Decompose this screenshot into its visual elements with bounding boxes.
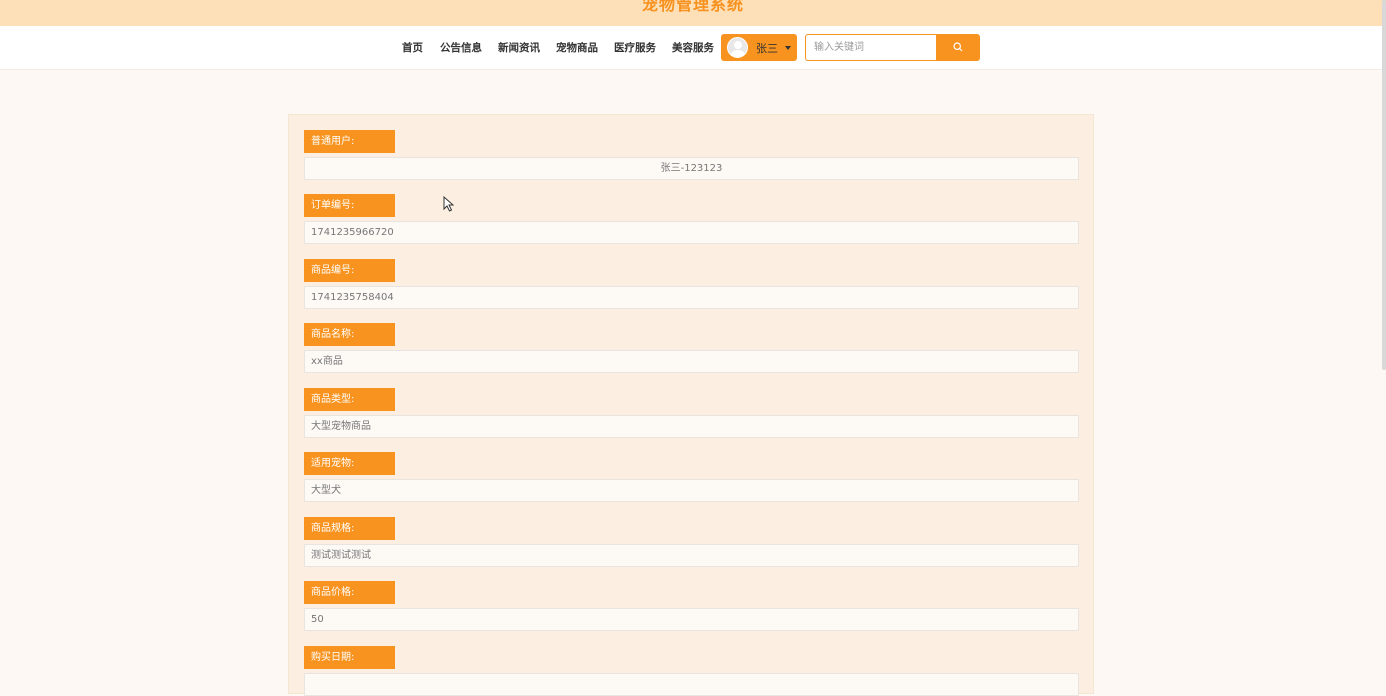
label-product-spec: 商品规格:: [304, 517, 395, 540]
field-product-number[interactable]: 1741235758404: [304, 286, 1079, 309]
avatar: [727, 37, 748, 58]
nav-item-home[interactable]: 首页: [402, 40, 423, 55]
user-name: 张三: [756, 42, 778, 55]
order-detail-form: 普通用户: 张三-123123 订单编号: 1741235966720 商品编号…: [288, 114, 1094, 696]
field-regular-user[interactable]: 张三-123123: [304, 157, 1079, 180]
field-product-name[interactable]: xx商品: [304, 350, 1079, 373]
navbar: 首页 公告信息 新闻资讯 宠物商品 医疗服务 美容服务 张三: [0, 26, 1386, 70]
label-order-number: 订单编号:: [304, 194, 395, 217]
search-input[interactable]: [805, 34, 937, 61]
field-product-price[interactable]: 50: [304, 608, 1079, 631]
field-purchase-date[interactable]: [304, 673, 1079, 696]
field-order-number[interactable]: 1741235966720: [304, 221, 1079, 244]
chevron-down-icon: [785, 46, 791, 50]
search-button[interactable]: [936, 34, 980, 61]
field-applicable-pet[interactable]: 大型犬: [304, 479, 1079, 502]
field-product-spec[interactable]: 测试测试测试: [304, 544, 1079, 567]
label-product-type: 商品类型:: [304, 388, 395, 411]
label-product-number: 商品编号:: [304, 259, 395, 282]
label-purchase-date: 购买日期:: [304, 646, 395, 669]
nav-item-news[interactable]: 新闻资讯: [498, 40, 540, 55]
search-icon: [953, 42, 963, 52]
label-product-price: 商品价格:: [304, 581, 395, 604]
nav-item-pet-products[interactable]: 宠物商品: [556, 40, 598, 55]
label-product-name: 商品名称:: [304, 323, 395, 346]
nav-item-announcements[interactable]: 公告信息: [440, 40, 482, 55]
user-menu-button[interactable]: 张三: [721, 34, 797, 61]
nav-item-medical-services[interactable]: 医疗服务: [614, 40, 656, 55]
mouse-pointer-icon: [443, 196, 454, 212]
nav-item-grooming-services[interactable]: 美容服务: [672, 40, 714, 55]
scrollbar[interactable]: [1382, 0, 1386, 370]
label-regular-user: 普通用户:: [304, 130, 395, 153]
top-banner: 宠物管理系统: [0, 0, 1386, 26]
field-product-type[interactable]: 大型宠物商品: [304, 415, 1079, 438]
site-title: 宠物管理系统: [641, 0, 744, 14]
label-applicable-pet: 适用宠物:: [304, 452, 395, 475]
